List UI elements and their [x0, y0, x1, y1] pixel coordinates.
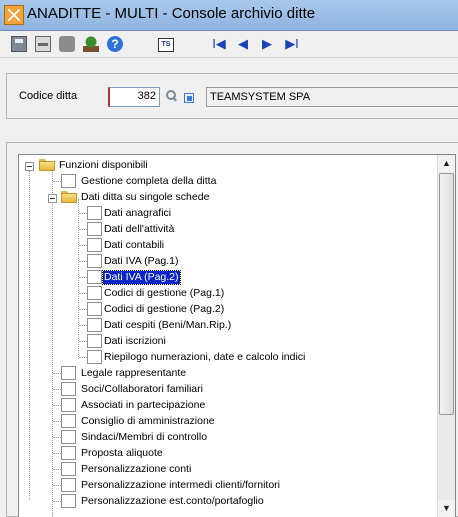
function-icon [61, 398, 76, 412]
tree-root-label[interactable]: Funzioni disponibili [58, 159, 149, 172]
help-icon[interactable]: ? [107, 36, 123, 52]
function-icon [87, 206, 102, 220]
tree-connector [29, 167, 30, 500]
tree-item[interactable]: Soci/Collaboratori familiari [80, 383, 204, 396]
open-link-icon[interactable] [184, 93, 194, 103]
function-icon [87, 222, 102, 236]
folder-icon [61, 191, 77, 203]
tree-item[interactable]: Sindaci/Membri di controllo [80, 431, 208, 444]
tree-icon[interactable] [83, 36, 99, 52]
function-icon [87, 318, 102, 332]
function-icon [87, 254, 102, 268]
tree-item[interactable]: Dati dell'attività [103, 223, 175, 236]
function-icon [61, 494, 76, 508]
tree-connector [53, 373, 61, 374]
folder-icon [39, 159, 55, 171]
tree-item[interactable]: Dati ditta su singole schede [80, 191, 210, 204]
code-label: Codice ditta [19, 90, 78, 102]
collapse-node-icon[interactable] [48, 194, 57, 203]
function-icon [87, 350, 102, 364]
company-code-input[interactable]: 382 [108, 87, 160, 107]
tree-connector [53, 389, 61, 390]
function-icon [87, 238, 102, 252]
tree-item[interactable]: Proposta aliquote [80, 447, 164, 460]
function-icon [61, 414, 76, 428]
tree-item[interactable]: Dati iscrizioni [103, 335, 167, 348]
ts-icon[interactable]: TS [158, 38, 174, 52]
collapse-root-icon[interactable] [25, 162, 34, 171]
scrollbar-thumb[interactable] [439, 173, 454, 415]
tree-item[interactable]: Dati cespiti (Beni/Man.Rip.) [103, 319, 232, 332]
print-icon[interactable] [35, 36, 51, 52]
previous-record-icon[interactable]: ◀ [235, 36, 251, 52]
function-icon [61, 478, 76, 492]
tree-connector [79, 213, 87, 214]
tree-connector [79, 261, 87, 262]
last-record-icon[interactable]: ▶I [284, 36, 300, 52]
vertical-scrollbar[interactable]: ▲ ▼ [437, 155, 455, 517]
function-icon [87, 270, 102, 284]
tree-item[interactable]: Codici di gestione (Pag.2) [103, 303, 225, 316]
tree-item[interactable]: Codici di gestione (Pag.1) [103, 287, 225, 300]
scroll-up-icon[interactable]: ▲ [438, 155, 455, 172]
function-icon [61, 446, 76, 460]
tree-item[interactable]: Dati IVA (Pag.1) [103, 255, 180, 268]
tree-connector [79, 309, 87, 310]
function-icon [61, 462, 76, 476]
tree-item[interactable]: Legale rappresentante [80, 367, 187, 380]
tree-item[interactable]: Consiglio di amministrazione [80, 415, 216, 428]
tree-item[interactable]: Dati anagrafici [103, 207, 172, 220]
tree-connector [53, 485, 61, 486]
tree-connector [53, 469, 61, 470]
tree-connector [78, 199, 79, 359]
tree-connector [79, 357, 87, 358]
tree-connector [79, 229, 87, 230]
save-icon[interactable] [11, 36, 27, 52]
tree-item-selected[interactable]: Dati IVA (Pag.2) [102, 270, 181, 285]
company-code-panel: Codice ditta 382 TEAMSYSTEM SPA [6, 73, 458, 119]
tree-item[interactable]: Riepilogo numerazioni, date e calcolo in… [103, 351, 306, 364]
tree-connector [53, 421, 61, 422]
tree-item[interactable]: Personalizzazione est.conto/portafoglio [80, 495, 265, 508]
function-icon [87, 334, 102, 348]
app-icon [4, 5, 24, 25]
tree-connector [79, 325, 87, 326]
cut-icon[interactable] [59, 36, 75, 52]
function-icon [61, 430, 76, 444]
company-name-field: TEAMSYSTEM SPA [206, 87, 458, 107]
tree-connector [79, 277, 87, 278]
tree-item[interactable]: Personalizzazione intermedi clienti/forn… [80, 479, 281, 492]
function-icon [61, 382, 76, 396]
window-title: ANADITTE - MULTI - Console archivio ditt… [27, 5, 316, 22]
search-icon[interactable] [165, 90, 177, 102]
tree-connector [79, 341, 87, 342]
tree-connector [79, 293, 87, 294]
tree-connector [53, 405, 61, 406]
tree-connector [53, 453, 61, 454]
scroll-down-icon[interactable]: ▼ [438, 500, 455, 517]
function-icon [61, 174, 76, 188]
functions-tree[interactable]: Funzioni disponibili Gestione completa d… [18, 154, 456, 517]
function-icon [87, 302, 102, 316]
function-icon [87, 286, 102, 300]
tree-connector [52, 168, 53, 517]
functions-panel: Funzioni disponibili Gestione completa d… [6, 142, 458, 517]
toolbar: ? TS I◀ ◀ ▶ ▶I [0, 31, 458, 58]
function-icon [61, 366, 76, 380]
tree-connector [53, 501, 61, 502]
tree-connector [53, 181, 61, 182]
title-bar[interactable]: ANADITTE - MULTI - Console archivio ditt… [0, 0, 458, 31]
tree-item[interactable]: Gestione completa della ditta [80, 175, 217, 188]
tree-connector [53, 437, 61, 438]
next-record-icon[interactable]: ▶ [259, 36, 275, 52]
tree-item[interactable]: Personalizzazione conti [80, 463, 192, 476]
first-record-icon[interactable]: I◀ [211, 36, 227, 52]
tree-connector [79, 245, 87, 246]
tree-item[interactable]: Dati contabili [103, 239, 165, 252]
tree-item[interactable]: Associati in partecipazione [80, 399, 206, 412]
